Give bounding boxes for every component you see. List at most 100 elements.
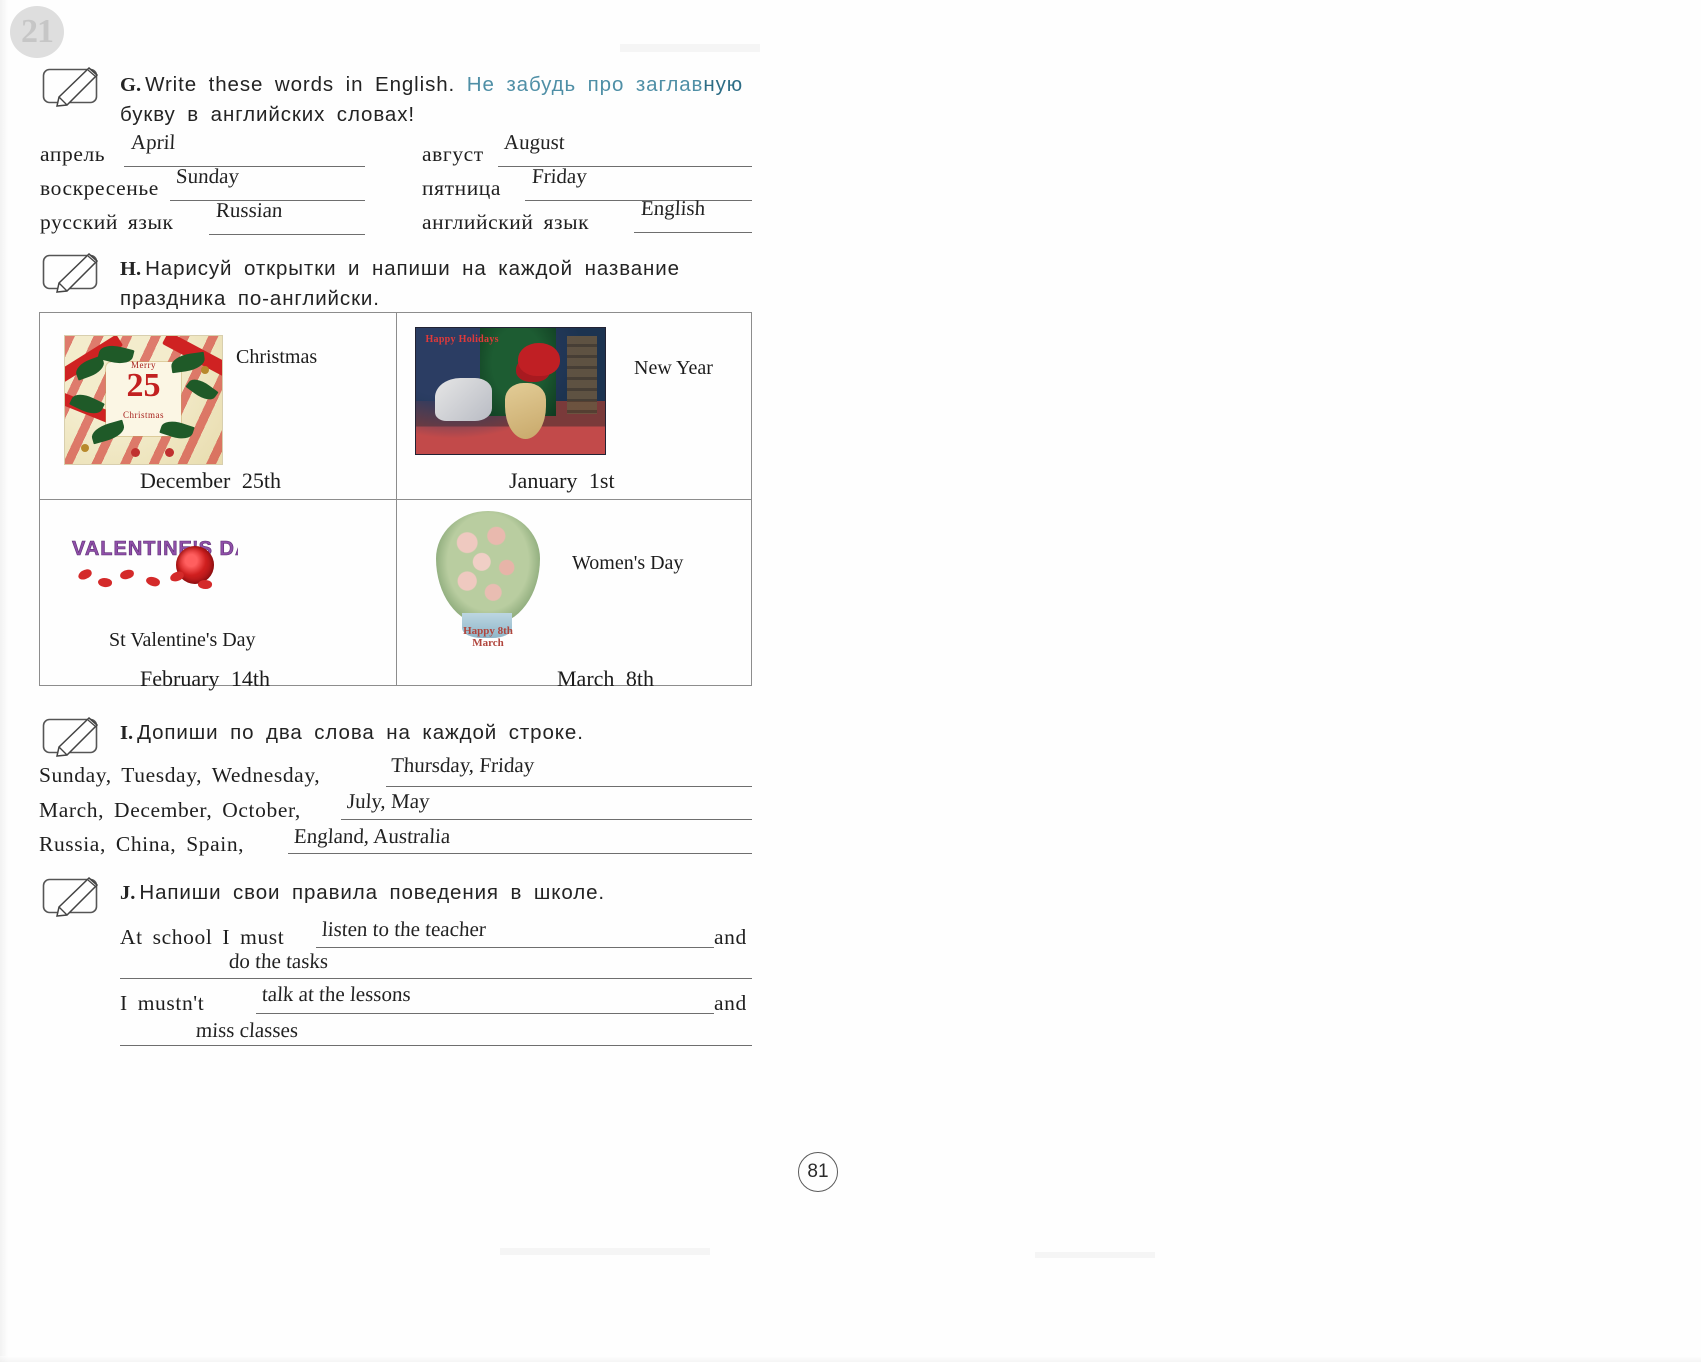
scan-smudge bbox=[620, 44, 760, 52]
task-h-instruction: H. Нарисуй открытки и напиши на каждой на… bbox=[120, 254, 765, 313]
task-g-instruction: G. Write these words in English. Не забуд… bbox=[120, 70, 770, 129]
valentine-banner-text: VALENTINE'S DAY bbox=[72, 538, 238, 561]
scan-smudge bbox=[1035, 1252, 1155, 1258]
womens-day-greeting-line2: March bbox=[472, 636, 504, 646]
womens-day-greeting-text: Happy 8th March bbox=[431, 625, 544, 646]
task-g-answer-right-1[interactable]: Friday bbox=[531, 164, 587, 189]
rose-petal bbox=[144, 574, 162, 589]
workbook-page: 21 G. Write these words in English. Не за… bbox=[0, 0, 1701, 1362]
holiday-card-cell-new-year[interactable]: Happy Holidays New Year January 1st bbox=[397, 313, 753, 499]
task-j-instruction: J. Напиши свои правила поведения в школе. bbox=[120, 878, 760, 908]
notepad-pencil-icon bbox=[41, 252, 103, 294]
holiday-date-valentine: February 14th bbox=[140, 666, 271, 691]
task-i-instruction: I. Допиши по два слова на каждой строке. bbox=[120, 718, 760, 748]
task-j-rule-0a bbox=[316, 947, 714, 948]
task-i-answer-2[interactable]: England, Australia bbox=[293, 824, 451, 849]
task-j-conj-0: and bbox=[714, 925, 747, 949]
task-g-rule-right-1 bbox=[525, 200, 752, 201]
rose-petal bbox=[97, 576, 113, 589]
task-i-rule-1 bbox=[341, 819, 752, 820]
task-j-answer-0a[interactable]: listen to the teacher bbox=[321, 917, 486, 942]
holly-leaf bbox=[89, 419, 127, 445]
task-i-answer-1[interactable]: July, May bbox=[346, 789, 430, 814]
decorative-speck bbox=[81, 444, 89, 452]
task-g-text-ru-part2: ную bbox=[703, 73, 743, 96]
task-i-answer-0[interactable]: Thursday, Friday bbox=[390, 753, 535, 778]
task-g-prompt-left-2: русский язык bbox=[40, 210, 174, 234]
decorative-speck bbox=[131, 448, 140, 457]
rose-petal bbox=[197, 579, 213, 590]
task-i-letter: I. bbox=[120, 722, 134, 744]
task-g-text-en: Write these words in English. bbox=[145, 73, 456, 96]
holiday-date-womens-day: March 8th bbox=[557, 666, 655, 691]
decorative-speck bbox=[165, 448, 174, 457]
task-h-text-line1: Нарисуй открытки и напиши на каждой назв… bbox=[145, 257, 680, 280]
task-g-prompt-left-0: апрель bbox=[40, 142, 106, 166]
task-g-rule-left-0 bbox=[124, 166, 365, 167]
holiday-card-cell-christmas[interactable]: Merry 25 Christmas Christmas December 25… bbox=[40, 313, 396, 499]
task-g-rule-left-2 bbox=[209, 234, 365, 235]
task-g-answer-right-0[interactable]: August bbox=[503, 130, 565, 155]
rose-petal bbox=[169, 570, 185, 583]
task-g-prompt-right-2: английский язык bbox=[422, 210, 590, 234]
holiday-name-womens-day: Women's Day bbox=[572, 552, 684, 574]
task-g-prompt-right-0: август bbox=[422, 142, 484, 166]
guitar-shape bbox=[504, 383, 547, 439]
task-g-prompt-left-1: воскресенье bbox=[40, 176, 159, 200]
task-g-answer-left-1[interactable]: Sunday bbox=[175, 164, 239, 189]
page-number: 81 bbox=[798, 1152, 838, 1192]
task-j-letter: J. bbox=[120, 882, 136, 904]
task-g-letter: G. bbox=[120, 74, 142, 96]
task-j-conj-1: and bbox=[714, 991, 747, 1015]
task-j-text: Напиши свои правила поведения в школе. bbox=[139, 881, 605, 904]
task-i-text: Допиши по два слова на каждой строке. bbox=[137, 721, 584, 744]
task-g-answer-left-0[interactable]: April bbox=[130, 130, 176, 155]
womens-day-greeting-line1: Happy 8th bbox=[463, 624, 513, 637]
task-h-text-line2: праздника по-английски. bbox=[120, 287, 380, 310]
task-j-answer-0b[interactable]: do the tasks bbox=[228, 949, 328, 974]
holiday-card-cell-womens-day[interactable]: Happy 8th March Women's Day March 8th bbox=[397, 500, 753, 691]
task-g-rule-right-2 bbox=[634, 232, 752, 233]
task-g-answer-right-2[interactable]: English bbox=[640, 196, 705, 221]
new-year-tree-photo-art: Happy Holidays bbox=[415, 327, 606, 455]
decorative-speck bbox=[201, 366, 209, 374]
task-g-text-ru-part1: Не забудь про заглав bbox=[466, 73, 704, 96]
task-g-answer-left-2[interactable]: Russian bbox=[215, 198, 283, 223]
task-j-rule-1b bbox=[120, 1045, 752, 1046]
window-shape bbox=[567, 335, 598, 414]
rocking-horse-shape bbox=[434, 378, 492, 422]
rose-petal bbox=[119, 569, 135, 580]
task-j-lead-0: At school I must bbox=[120, 925, 285, 949]
task-j-answer-1b[interactable]: miss classes bbox=[195, 1018, 298, 1043]
scan-smudge bbox=[500, 1248, 710, 1255]
red-bow-shape bbox=[518, 343, 560, 376]
holiday-name-christmas: Christmas bbox=[236, 346, 318, 368]
valentine-rose-banner-art: VALENTINE'S DAY bbox=[70, 532, 238, 594]
holiday-card-grid: Merry 25 Christmas Christmas December 25… bbox=[39, 312, 753, 691]
new-year-greeting-text: Happy Holidays bbox=[425, 334, 499, 346]
notepad-pencil-icon bbox=[41, 716, 103, 758]
holiday-card-cell-valentine[interactable]: VALENTINE'S DAY St Valentine's Day Febru… bbox=[40, 500, 396, 691]
scan-gutter-bottom bbox=[0, 1356, 1701, 1362]
task-j-lead-1: I mustn't bbox=[120, 991, 205, 1015]
task-i-rule-0 bbox=[386, 786, 752, 787]
notepad-pencil-icon bbox=[41, 66, 103, 108]
task-j-answer-1a[interactable]: talk at the lessons bbox=[261, 982, 411, 1007]
task-i-prompt-1: March, December, October, bbox=[39, 798, 301, 822]
notepad-pencil-icon bbox=[41, 876, 103, 918]
task-i-prompt-2: Russia, China, Spain, bbox=[39, 832, 245, 856]
scan-gutter-left bbox=[0, 0, 8, 1362]
holiday-name-valentine: St Valentine's Day bbox=[109, 629, 256, 651]
task-h-letter: H. bbox=[120, 258, 142, 280]
task-g-text-ru-line2: букву в английских словах! bbox=[120, 103, 415, 126]
task-g-prompt-right-1: пятница bbox=[422, 176, 502, 200]
womens-day-bouquet-art: Happy 8th March bbox=[429, 508, 547, 646]
flower-bouquet-shape bbox=[436, 510, 540, 624]
rose-petal bbox=[76, 568, 94, 581]
task-j-rule-0b bbox=[120, 978, 752, 979]
task-i-prompt-0: Sunday, Tuesday, Wednesday, bbox=[39, 763, 321, 787]
task-i-rule-2 bbox=[288, 853, 752, 854]
holiday-date-new-year: January 1st bbox=[509, 468, 615, 493]
holiday-date-christmas: December 25th bbox=[140, 468, 281, 493]
unit-number-badge: 21 bbox=[10, 6, 64, 58]
